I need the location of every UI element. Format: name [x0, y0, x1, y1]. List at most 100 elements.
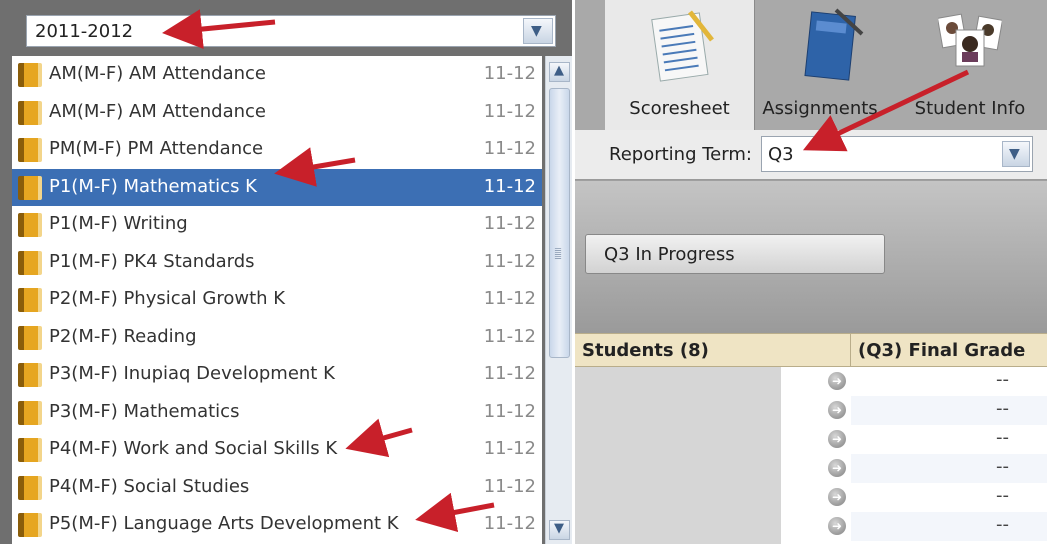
course-year: 11-12 [483, 325, 536, 347]
students-column-header[interactable]: Students (8) [582, 340, 709, 361]
final-grade-cell[interactable]: -- [851, 396, 1047, 425]
grid-body: ➜ -- ➜ -- ➜ -- ➜ -- ➜ -- ➜ -- [575, 367, 1047, 544]
course-name: AM(M-F) AM Attendance [49, 100, 266, 122]
arrow-right-circle-icon[interactable]: ➜ [828, 430, 846, 448]
book-icon [18, 325, 42, 350]
book-icon [18, 363, 42, 387]
final-grade-cell[interactable]: -- [851, 454, 1047, 483]
course-year: 11-12 [483, 63, 536, 84]
book-icon [18, 400, 42, 425]
course-list: AM(M-F) AM Attendance 11-12 AM(M-F) AM Att… [12, 56, 542, 544]
chevron-down-icon[interactable]: ▼ [523, 18, 553, 44]
tab-scoresheet-label: Scoresheet [629, 98, 730, 119]
reporting-term-value: Q3 [768, 144, 794, 165]
grip-icon: ═ ═ ═ [555, 245, 562, 264]
student-photos-icon [938, 13, 1002, 67]
course-list-item[interactable]: P3(M-F) Inupiaq Development K 11-12 [12, 356, 542, 394]
term-progress-button[interactable]: Q3 In Progress [585, 234, 885, 274]
table-row: ➜ -- [575, 396, 1047, 425]
course-list-item[interactable]: P3(M-F) Mathematics 11-12 [12, 394, 542, 432]
course-list-item[interactable]: AM(M-F) AM Attendance 11-12 [12, 56, 542, 94]
course-list-item[interactable]: P5(M-F) Language Arts Development K 11-12 [12, 506, 542, 544]
course-list-item[interactable]: P2(M-F) Reading 11-12 [12, 319, 542, 357]
reporting-term-label: Reporting Term: [609, 144, 752, 165]
column-divider [850, 334, 851, 368]
scroll-down-icon[interactable]: ▼ [549, 520, 570, 540]
course-year: 11-12 [483, 250, 536, 272]
book-icon [18, 100, 42, 125]
course-year: 11-12 [483, 438, 536, 459]
course-year: 11-12 [483, 363, 536, 384]
course-name: P1(M-F) PK4 Standards [49, 250, 255, 272]
book-icon [18, 63, 42, 87]
final-grade-cell[interactable]: -- [851, 483, 1047, 512]
arrow-right-circle-icon[interactable]: ➜ [828, 459, 846, 477]
table-row: ➜ -- [575, 367, 1047, 396]
tab-student-info[interactable]: Student Info [893, 0, 1047, 130]
final-grade-cell[interactable]: -- [851, 512, 1047, 541]
final-grade-column-header[interactable]: (Q3) Final Grade [858, 340, 1025, 361]
reporting-term-select[interactable]: Q3 ▼ [761, 136, 1033, 172]
course-list-scrollbar[interactable]: ▲ ═ ═ ═ ▼ [545, 56, 572, 544]
table-row: ➜ -- [575, 454, 1047, 483]
final-grade-value: -- [996, 427, 1009, 448]
gradebook-panel: Scoresheet Assignments Student Info Repo… [575, 0, 1047, 544]
book-icon [18, 513, 42, 537]
tab-scoresheet[interactable]: Scoresheet [605, 0, 755, 130]
course-list-item[interactable]: P1(M-F) Writing 11-12 [12, 206, 542, 244]
book-icon [18, 250, 42, 275]
notebook-icon [804, 8, 864, 81]
course-list-item[interactable]: P1(M-F) Mathematics K 11-12 [12, 168, 542, 206]
tab-assignments-label: Assignments [762, 98, 878, 119]
arrow-right-circle-icon[interactable]: ➜ [828, 488, 846, 506]
final-grade-cell[interactable]: -- [851, 367, 1047, 396]
course-list-item[interactable]: PM(M-F) PM Attendance 11-12 [12, 131, 542, 169]
tab-assignments[interactable]: Assignments [755, 0, 885, 130]
scoresheet-icon [651, 10, 714, 82]
school-year-select[interactable]: 2011-2012 ▼ [26, 15, 556, 47]
book-icon [18, 475, 42, 500]
final-grade-value: -- [996, 514, 1009, 535]
term-progress-label: Q3 In Progress [604, 244, 735, 265]
final-grade-value: -- [996, 398, 1009, 419]
course-year: 11-12 [483, 400, 536, 422]
arrow-right-circle-icon[interactable]: ➜ [828, 517, 846, 535]
book-icon [18, 288, 42, 312]
course-name: PM(M-F) PM Attendance [49, 138, 264, 159]
final-grade-cell[interactable]: -- [851, 425, 1047, 454]
table-row: ➜ -- [575, 425, 1047, 454]
course-name: P1(M-F) Writing [49, 213, 188, 234]
course-year: 11-12 [483, 475, 536, 497]
course-name: P2(M-F) Reading [49, 325, 197, 347]
arrow-right-circle-icon[interactable]: ➜ [828, 372, 846, 390]
tab-bar: Scoresheet Assignments Student Info [575, 0, 1047, 130]
course-year: 11-12 [483, 138, 536, 159]
book-icon [18, 438, 42, 462]
course-list-item[interactable]: P4(M-F) Social Studies 11-12 [12, 469, 542, 507]
book-icon [18, 213, 42, 237]
course-list-item[interactable]: P1(M-F) PK4 Standards 11-12 [12, 244, 542, 282]
course-name: P4(M-F) Work and Social Skills K [49, 438, 338, 459]
course-year: 11-12 [483, 513, 536, 534]
course-list-item[interactable]: P2(M-F) Physical Growth K 11-12 [12, 281, 542, 319]
term-status-area: Q3 In Progress [575, 181, 1047, 333]
chevron-down-icon[interactable]: ▼ [1002, 141, 1030, 167]
table-row: ➜ -- [575, 512, 1047, 541]
tab-student-info-label: Student Info [914, 98, 1026, 119]
scrollbar-thumb[interactable]: ═ ═ ═ [549, 88, 570, 358]
school-year-value: 2011-2012 [35, 21, 134, 42]
final-grade-value: -- [996, 485, 1009, 506]
course-year: 11-12 [483, 175, 536, 197]
book-icon [18, 175, 42, 200]
arrow-right-circle-icon[interactable]: ➜ [828, 401, 846, 419]
scroll-up-icon[interactable]: ▲ [549, 62, 570, 82]
course-year: 11-12 [483, 100, 536, 122]
course-name: AM(M-F) AM Attendance [49, 63, 266, 84]
course-list-item[interactable]: AM(M-F) AM Attendance 11-12 [12, 94, 542, 132]
book-icon [18, 138, 42, 162]
course-list-item[interactable]: P4(M-F) Work and Social Skills K 11-12 [12, 431, 542, 469]
course-year: 11-12 [483, 213, 536, 234]
course-panel: 2011-2012 ▼ AM(M-F) AM Attendance 11-12 AM… [0, 0, 572, 544]
final-grade-value: -- [996, 369, 1009, 390]
course-name: P5(M-F) Language Arts Development K [49, 513, 399, 534]
